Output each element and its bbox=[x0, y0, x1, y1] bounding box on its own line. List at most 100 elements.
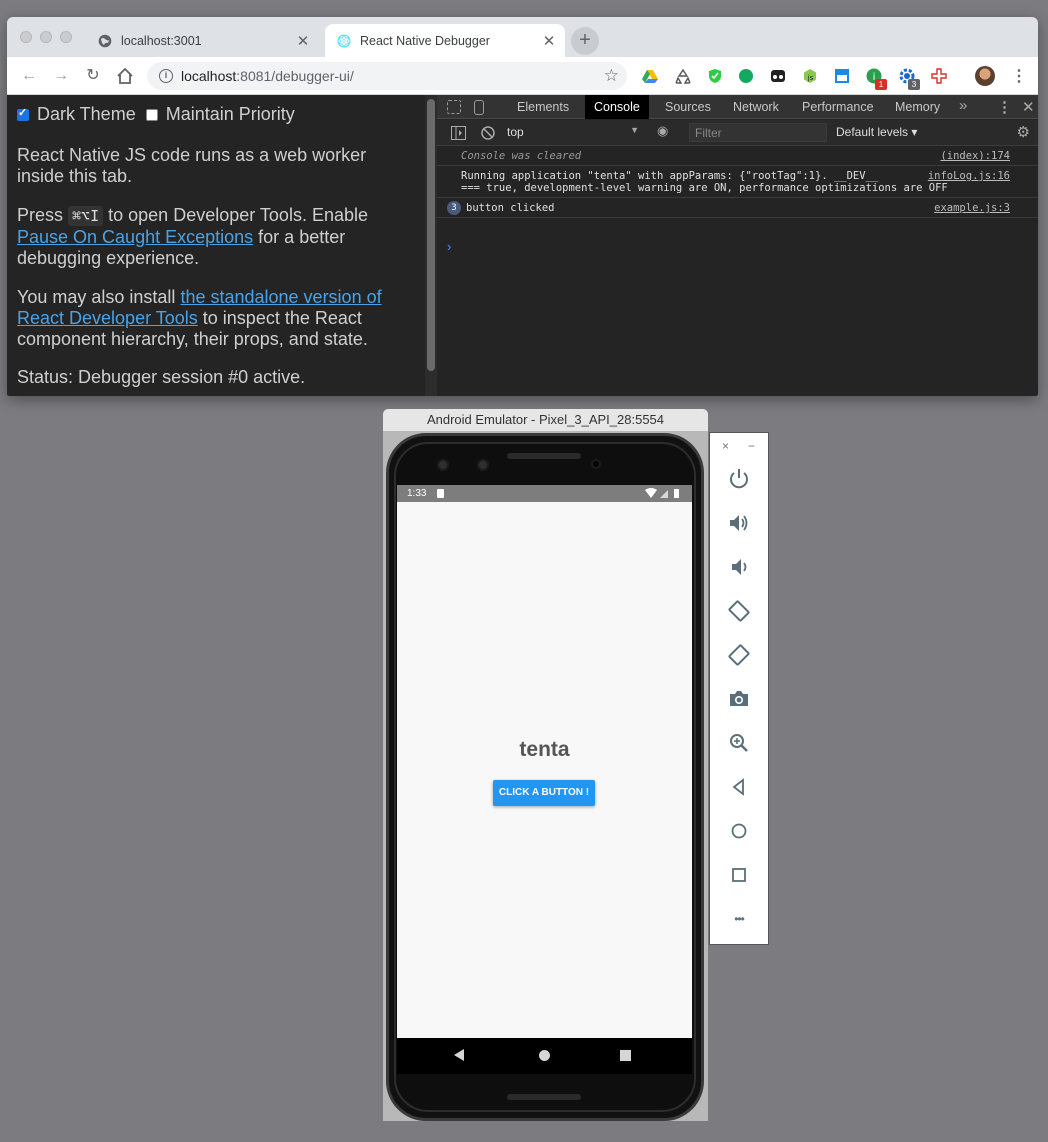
click-a-button[interactable]: CLICK A BUTTON ! bbox=[493, 780, 595, 806]
maintain-priority-checkbox[interactable] bbox=[145, 108, 158, 121]
status-time: 1:33 bbox=[407, 488, 427, 499]
maintain-priority-label: Maintain Priority bbox=[165, 104, 295, 124]
eye-icon[interactable]: ◉ bbox=[657, 123, 673, 139]
proximity-sensor bbox=[591, 459, 601, 469]
front-camera bbox=[437, 459, 449, 471]
window-zoom-button[interactable] bbox=[60, 31, 72, 43]
back-icon[interactable] bbox=[725, 773, 753, 801]
address-bar[interactable]: i localhost:8081/debugger-ui/ ☆ bbox=[147, 62, 627, 90]
panel-close-icon[interactable]: × bbox=[722, 439, 729, 453]
dark-theme-checkbox[interactable] bbox=[17, 106, 29, 121]
devtools-tabbar: Elements Console Sources Network Perform… bbox=[437, 95, 1038, 119]
devtools-tab-performance[interactable]: Performance bbox=[793, 95, 883, 119]
more-options-icon[interactable]: ••• bbox=[725, 905, 753, 933]
back-arrow-icon[interactable]: ← bbox=[19, 66, 39, 86]
volume-down-icon[interactable] bbox=[725, 553, 753, 581]
tab-strip: localhost:3001 ✕ React Native Debugger ✕… bbox=[7, 17, 1038, 57]
front-sensor bbox=[477, 459, 489, 471]
url-text: localhost:8081/debugger-ui/ bbox=[181, 68, 354, 84]
evernote-icon[interactable] bbox=[738, 68, 754, 84]
log-levels-select[interactable]: Default levels ▾ bbox=[836, 125, 917, 139]
panel-minimize-icon[interactable]: − bbox=[748, 439, 755, 453]
devtools-menu-icon[interactable]: ⋮ bbox=[997, 98, 1012, 116]
log-source-link[interactable]: example.js:3 bbox=[934, 202, 1010, 214]
reload-icon[interactable]: ↻ bbox=[83, 66, 103, 86]
app-title: tenta bbox=[519, 738, 570, 761]
camera-icon[interactable] bbox=[725, 685, 753, 713]
android-nav-bar bbox=[397, 1038, 692, 1074]
devtools-paragraph: Press ⌘⌥I to open Developer Tools. Enabl… bbox=[17, 205, 368, 268]
devtools-close-icon[interactable]: ✕ bbox=[1022, 98, 1035, 116]
devtools-panel: Elements Console Sources Network Perform… bbox=[437, 95, 1038, 396]
bottom-speaker bbox=[507, 1094, 581, 1100]
power-icon[interactable] bbox=[725, 465, 753, 493]
globe-icon bbox=[98, 34, 112, 47]
incognito-icon[interactable] bbox=[770, 68, 786, 84]
devtools-tab-memory[interactable]: Memory bbox=[886, 95, 949, 119]
sd-card-icon bbox=[437, 489, 444, 498]
context-select[interactable]: top ▼ bbox=[507, 125, 639, 139]
tab-react-native-debugger[interactable]: React Native Debugger ✕ bbox=[325, 24, 565, 57]
device-toolbar-icon[interactable] bbox=[474, 100, 484, 115]
bookmark-star-icon[interactable]: ☆ bbox=[604, 66, 619, 86]
debugger-page: Dark Theme Maintain Priority React Nativ… bbox=[7, 95, 425, 396]
log-source-link[interactable]: (index):174 bbox=[940, 150, 1010, 162]
signal-icons bbox=[645, 488, 679, 498]
sidebar-toggle-icon[interactable] bbox=[451, 126, 466, 140]
info-icon[interactable]: i bbox=[159, 69, 173, 83]
extension-badge: 3 bbox=[908, 79, 920, 90]
shortcut-kbd: ⌘⌥I bbox=[68, 206, 104, 226]
react-devtools-paragraph: You may also install the standalone vers… bbox=[17, 287, 382, 349]
devtools-tab-elements[interactable]: Elements bbox=[508, 95, 578, 119]
back-triangle-icon[interactable] bbox=[454, 1049, 464, 1061]
browser-toolbar: ← → ↻ i localhost:8081/debugger-ui/ ☆ js bbox=[7, 57, 1038, 95]
intro-paragraph: React Native JS code runs as a web worke… bbox=[17, 145, 367, 186]
forward-arrow-icon[interactable]: → bbox=[51, 66, 71, 86]
dark-theme-label: Dark Theme bbox=[37, 104, 136, 124]
console-settings-gear-icon[interactable]: ⚙ bbox=[1017, 123, 1030, 141]
shield-icon[interactable] bbox=[707, 68, 723, 84]
window-minimize-button[interactable] bbox=[40, 31, 52, 43]
tab-close-icon[interactable]: ✕ bbox=[295, 32, 311, 50]
recycle-icon[interactable] bbox=[675, 68, 691, 84]
window-icon[interactable] bbox=[834, 68, 850, 84]
window-close-button[interactable] bbox=[20, 31, 32, 43]
console-message: Running application "tenta" with appPara… bbox=[437, 167, 1038, 198]
extension-badge: 1 bbox=[875, 79, 887, 90]
devtools-tab-network[interactable]: Network bbox=[724, 95, 788, 119]
overview-icon[interactable] bbox=[725, 861, 753, 889]
new-tab-button[interactable]: + bbox=[571, 27, 599, 55]
plus-cross-icon[interactable] bbox=[931, 68, 947, 84]
devtools-tab-console[interactable]: Console bbox=[585, 95, 649, 119]
recents-square-icon[interactable] bbox=[620, 1050, 631, 1061]
clear-console-icon[interactable] bbox=[481, 126, 495, 140]
scrollbar-thumb[interactable] bbox=[427, 99, 435, 371]
profile-avatar[interactable] bbox=[975, 66, 995, 86]
pause-on-exceptions-link[interactable]: Pause On Caught Exceptions bbox=[17, 227, 253, 247]
console-toolbar: top ▼ ◉ Filter Default levels ▾ ⚙ bbox=[437, 120, 1038, 146]
google-drive-icon[interactable] bbox=[642, 68, 658, 84]
page-scrollbar[interactable] bbox=[425, 95, 437, 396]
browser-menu-icon[interactable]: ⋮ bbox=[1011, 66, 1027, 86]
emulator-control-panel: × − ••• bbox=[709, 432, 769, 945]
top-speaker bbox=[507, 453, 581, 459]
home-circle-icon[interactable] bbox=[539, 1050, 550, 1061]
react-icon bbox=[337, 34, 351, 47]
zoom-icon[interactable] bbox=[725, 729, 753, 757]
log-source-link[interactable]: infoLog.js:16 bbox=[928, 170, 1010, 182]
home-icon[interactable] bbox=[725, 817, 753, 845]
nodejs-icon[interactable]: js bbox=[802, 68, 818, 84]
browser-window: localhost:3001 ✕ React Native Debugger ✕… bbox=[7, 17, 1038, 396]
theme-options: Dark Theme Maintain Priority bbox=[17, 104, 295, 125]
more-tabs-icon[interactable]: » bbox=[959, 97, 967, 114]
inspect-element-icon[interactable] bbox=[447, 100, 461, 114]
home-icon[interactable] bbox=[115, 66, 135, 86]
volume-up-icon[interactable] bbox=[725, 509, 753, 537]
rotate-left-icon[interactable] bbox=[725, 597, 753, 625]
tab-localhost-3001[interactable]: localhost:3001 ✕ bbox=[87, 24, 319, 57]
rotate-right-icon[interactable] bbox=[725, 641, 753, 669]
tab-close-icon[interactable]: ✕ bbox=[541, 32, 557, 50]
devtools-tab-sources[interactable]: Sources bbox=[656, 95, 720, 119]
console-prompt[interactable]: › bbox=[447, 239, 451, 254]
console-filter-input[interactable]: Filter bbox=[689, 123, 827, 142]
